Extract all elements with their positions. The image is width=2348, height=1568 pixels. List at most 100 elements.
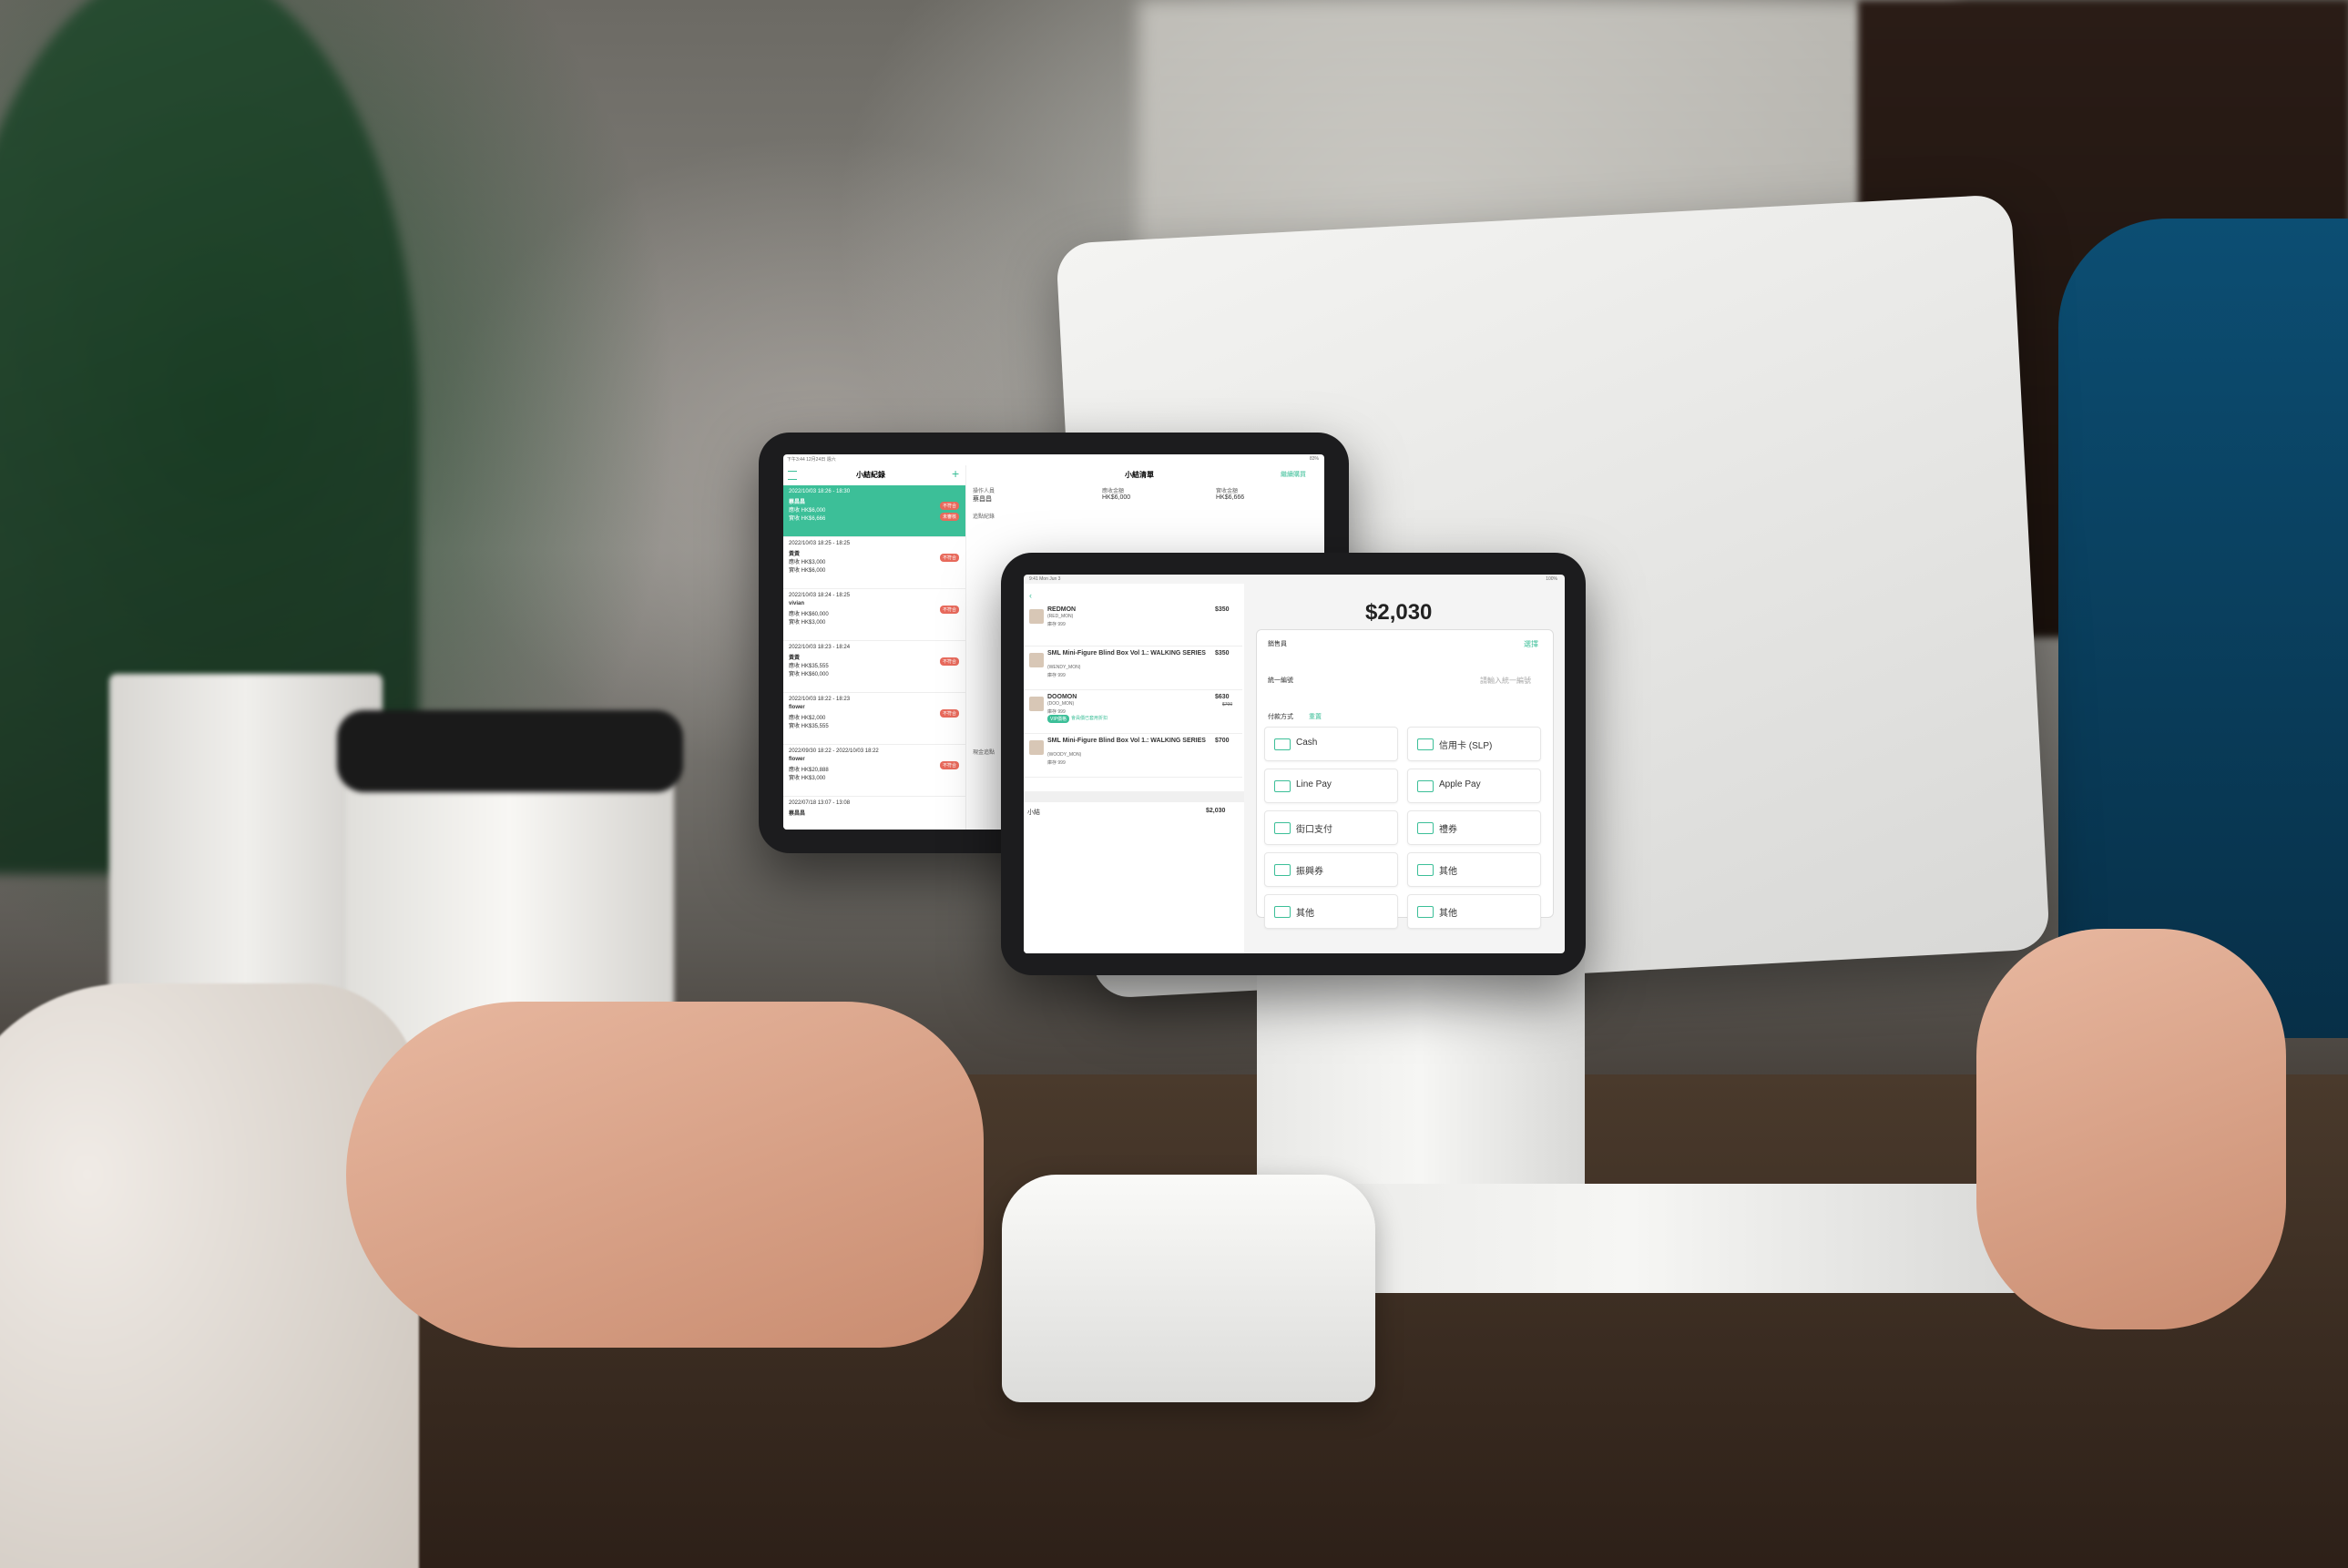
record-date: 2022/09/30 18:22 - 2022/10/03 18:22 — [789, 748, 879, 754]
record-paid: 實收 HK$35,555 — [789, 724, 829, 729]
record-row[interactable]: 2022/10/03 18:23 - 18:24 黃黃 應收 HK$35,555 實收… — [783, 641, 965, 693]
record-date: 2022/07/18 13:07 - 13:08 — [789, 800, 851, 806]
payment-option-label: 其他 — [1296, 909, 1314, 919]
item-price: $630 — [1215, 694, 1230, 700]
payment-option-button[interactable]: 振興券 — [1264, 852, 1398, 887]
payment-reset[interactable]: 重置 — [1309, 712, 1322, 721]
payment-option-button[interactable]: 其他 — [1407, 894, 1541, 929]
record-row[interactable]: 2022/09/30 18:22 - 2022/10/03 18:22 flowe… — [783, 745, 965, 797]
product-thumbnail — [1029, 697, 1044, 711]
cart-item[interactable]: SML Mini-Figure Blind Box Vol 1.: WALKIN… — [1024, 647, 1242, 690]
salesperson-select[interactable]: 選擇 — [1524, 639, 1538, 649]
card-icon — [1274, 864, 1291, 876]
back-icon[interactable]: ‹ — [1029, 591, 1032, 600]
battery: 100% — [1546, 576, 1557, 582]
record-date: 2022/10/03 18:25 - 18:25 — [789, 541, 851, 546]
payment-option-button[interactable]: 禮券 — [1407, 810, 1541, 845]
status-badge: 不符合 — [940, 709, 960, 718]
item-name: DOOMON — [1047, 694, 1077, 700]
left-title: 小結紀錄 — [856, 471, 885, 479]
actual-label: 實收金額 — [1216, 489, 1239, 494]
payment-option-label: 信用卡 (SLP) — [1439, 741, 1493, 751]
card-icon — [1417, 738, 1434, 750]
record-date: 2022/10/03 18:24 - 18:25 — [789, 593, 851, 598]
record-paid: 實收 HK$6,666 — [789, 516, 826, 522]
record-row[interactable]: 2022/07/18 13:07 - 13:08 蔡昌昌 — [783, 797, 965, 830]
payment-option-button[interactable]: 其他 — [1407, 852, 1541, 887]
salesperson-label: 銷售員 — [1268, 641, 1287, 647]
payment-option-button[interactable]: 信用卡 (SLP) — [1407, 727, 1541, 761]
card-icon — [1274, 822, 1291, 834]
payment-option-button[interactable]: 街口支付 — [1264, 810, 1398, 845]
item-price: $350 — [1215, 606, 1230, 613]
section2-label: 現金追點 — [973, 750, 995, 756]
payment-option-button[interactable]: Apple Pay — [1407, 769, 1541, 803]
invoice-input[interactable]: 請輸入統一編號 — [1480, 676, 1531, 686]
item-stock: 庫存 999 — [1047, 709, 1066, 715]
card-icon — [1274, 906, 1291, 918]
record-paid: 實收 HK$3,000 — [789, 776, 826, 781]
payment-option-label: Cash — [1296, 738, 1318, 748]
cart-item[interactable]: DOOMON (DOO_MON) 庫存 999 $630 $700 VIP價格 會員價已套用… — [1024, 691, 1242, 734]
payment-option-label: 其他 — [1439, 909, 1457, 919]
card-icon — [1417, 906, 1434, 918]
record-name: flower — [789, 705, 805, 710]
checkout-card: 銷售員 選擇 統一編號 請輸入統一編號 付款方式 重置 Cash 信用卡 (SLP… — [1256, 629, 1554, 929]
record-row[interactable]: 2022/10/03 18:25 - 18:25 黃黃 應收 HK$3,000 實收 … — [783, 537, 965, 589]
record-name: 黃黃 — [789, 656, 801, 661]
card-icon — [1417, 822, 1434, 834]
operator-label: 操作人員 — [973, 489, 995, 494]
record-due: 應收 HK$2,000 — [789, 716, 826, 721]
payment-option-button[interactable]: Cash — [1264, 727, 1398, 761]
actual-value: HK$6,666 — [1216, 494, 1245, 501]
item-stock: 庫存 999 — [1047, 673, 1066, 678]
record-name: 黃黃 — [789, 552, 801, 557]
record-name: 蔡昌昌 — [789, 811, 806, 817]
status-time: 9:41 Mon Jun 3 — [1029, 576, 1061, 582]
battery: 83% — [1309, 456, 1319, 462]
payment-option-button[interactable]: Line Pay — [1264, 769, 1398, 803]
record-due: 應收 HK$35,555 — [789, 664, 829, 669]
product-thumbnail — [1029, 653, 1044, 667]
record-row[interactable]: 2022/10/03 18:22 - 18:23 flower 應收 HK$2,00… — [783, 693, 965, 745]
status-badge: 不符合 — [940, 657, 960, 666]
vip-badge: VIP價格 — [1047, 715, 1070, 723]
total-amount: $2,030 — [1365, 600, 1433, 625]
discount-note: 會員價已套用折扣 — [1071, 716, 1108, 721]
cart-item[interactable]: SML Mini-Figure Blind Box Vol 1.: WALKIN… — [1024, 735, 1242, 778]
record-name: vivian — [789, 601, 805, 606]
item-sku: (WOODY_MON) — [1047, 752, 1082, 758]
should-value: HK$6,000 — [1102, 494, 1131, 501]
sweater-sleeve — [0, 983, 419, 1568]
subtotal-label: 小結 — [1027, 809, 1040, 816]
payment-option-label: Apple Pay — [1439, 779, 1481, 789]
record-row[interactable]: 2022/10/03 18:24 - 18:25 vivian 應收 HK$60,0… — [783, 589, 965, 641]
payment-option-button[interactable]: 其他 — [1264, 894, 1398, 929]
add-icon[interactable]: + — [952, 466, 959, 481]
record-row[interactable]: 2022/10/03 18:26 - 18:30 蔡昌昌 應收 HK$6,000 實收… — [783, 485, 965, 537]
item-name: REDMON — [1047, 606, 1077, 613]
record-due: 應收 HK$20,888 — [789, 768, 829, 773]
checkout-panel: $2,030 銷售員 選擇 統一編號 請輸入統一編號 付款方式 重置 Cash 信… — [1251, 584, 1565, 953]
record-date: 2022/10/03 18:26 - 18:30 — [789, 489, 851, 494]
subtotal-value: $2,030 — [1206, 808, 1226, 814]
payment-label: 付款方式 — [1268, 714, 1293, 720]
continue-button[interactable]: 繼續購買 — [1281, 470, 1306, 479]
cup-lid — [337, 710, 683, 792]
tablet-front-screen: 9:41 Mon Jun 3 100% ‹ REDMON (RED_MON) 庫存 … — [1024, 575, 1565, 953]
hand-right — [1976, 929, 2286, 1329]
divider — [1024, 791, 1244, 802]
item-sku: (WENDY_MON) — [1047, 665, 1081, 670]
card-icon — [1417, 864, 1434, 876]
invoice-label: 統一編號 — [1268, 677, 1293, 684]
status-badge: 不符合 — [940, 761, 960, 769]
section-label: 追點紀錄 — [973, 514, 995, 520]
cart-item[interactable]: REDMON (RED_MON) 庫存 999 $350 — [1024, 604, 1242, 647]
menu-icon[interactable] — [788, 471, 797, 480]
status-badge: 不符合 — [940, 606, 960, 614]
payment-option-label: 振興券 — [1296, 867, 1323, 877]
item-stock: 庫存 999 — [1047, 760, 1066, 766]
card-icon — [1274, 780, 1291, 792]
item-original-price: $700 — [1222, 702, 1233, 708]
should-label: 應收金額 — [1102, 489, 1125, 494]
